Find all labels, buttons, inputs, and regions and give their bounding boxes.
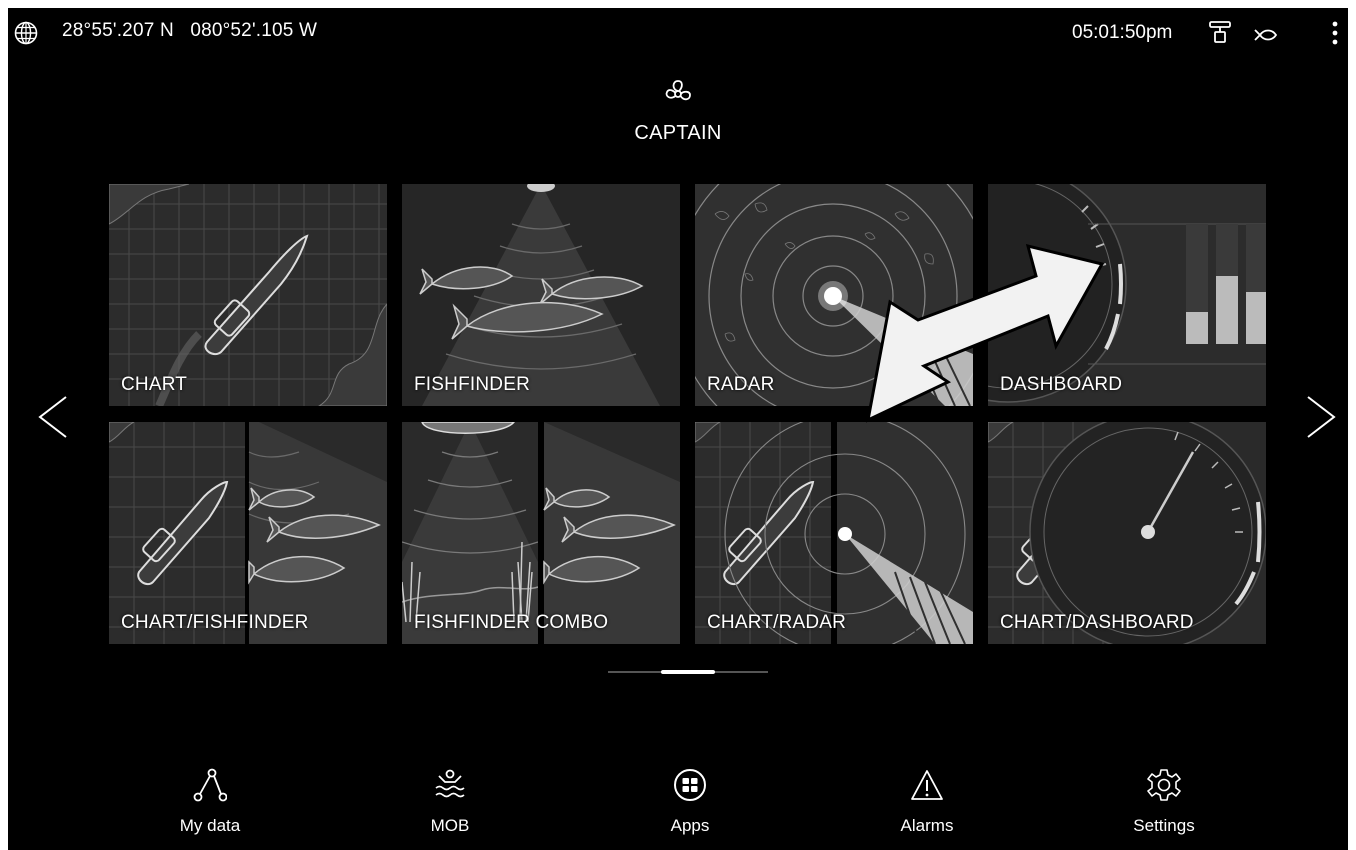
dock-label: Apps — [670, 816, 710, 835]
more-vertical-icon[interactable] — [1330, 20, 1340, 46]
tile-chart[interactable]: CHART — [109, 184, 387, 406]
dock-label: Alarms — [900, 816, 954, 835]
mob-button[interactable]: MOB — [370, 768, 530, 836]
dock-label: My data — [179, 816, 241, 835]
tile-label: CHART/DASHBOARD — [1000, 612, 1194, 633]
longitude: 080°52'.105 W — [190, 20, 318, 41]
tile-label: RADAR — [707, 374, 775, 395]
tile-fishfinder-combo[interactable]: FISHFINDER COMBO — [402, 422, 680, 644]
fishfinder-combo-illustration — [402, 422, 680, 644]
chart-illustration — [109, 184, 387, 406]
chart-dashboard-illustration — [988, 422, 1266, 644]
man-overboard-icon — [435, 769, 465, 798]
fishfinder-illustration — [402, 184, 680, 406]
dock-label: MOB — [430, 816, 470, 835]
home-screen: 28°55'.207 N 080°52'.105 W 05:01:50pm CA… — [8, 8, 1348, 850]
clock: 05:01:50pm — [1072, 22, 1173, 43]
profile-name: CAPTAIN — [634, 122, 722, 144]
radar-illustration — [695, 184, 973, 406]
position-readout[interactable]: 28°55'.207 N 080°52'.105 W — [62, 20, 317, 42]
dock-label: Settings — [1133, 816, 1195, 835]
apps-button[interactable]: Apps — [610, 768, 770, 836]
tile-label: CHART/FISHFINDER — [121, 612, 309, 633]
globe-icon[interactable] — [14, 21, 38, 45]
apps-grid-icon — [674, 769, 706, 801]
gear-icon — [1147, 769, 1181, 801]
tile-label: CHART/RADAR — [707, 612, 847, 633]
propeller-icon — [665, 80, 691, 101]
bottom-dock: My data MOB Apps Alarms Settings — [8, 768, 1348, 850]
tile-label: CHART — [121, 374, 188, 395]
warning-icon — [911, 770, 943, 800]
fish-icon[interactable] — [1252, 26, 1278, 44]
data-network-icon — [193, 768, 227, 802]
settings-button[interactable]: Settings — [1084, 768, 1244, 836]
chart-radar-illustration — [695, 422, 973, 644]
page-indicator — [608, 670, 768, 674]
tile-dashboard[interactable]: DASHBOARD — [988, 184, 1266, 406]
tile-fishfinder[interactable]: FISHFINDER — [402, 184, 680, 406]
tile-label: DASHBOARD — [1000, 374, 1123, 395]
latitude: 28°55'.207 N — [62, 20, 174, 41]
status-bar: 28°55'.207 N 080°52'.105 W 05:01:50pm — [8, 8, 1348, 52]
chart-fishfinder-illustration — [109, 422, 387, 644]
dashboard-illustration — [988, 184, 1266, 406]
alarms-button[interactable]: Alarms — [847, 768, 1007, 836]
tile-chart-dashboard[interactable]: CHART/DASHBOARD — [988, 422, 1266, 644]
radar-scanner-icon[interactable] — [1208, 20, 1232, 44]
profile-selector[interactable]: CAPTAIN — [568, 78, 788, 145]
next-page-button[interactable] — [1304, 394, 1338, 440]
page-indicator-active — [661, 670, 715, 674]
previous-page-button[interactable] — [36, 394, 70, 440]
tile-radar[interactable]: RADAR — [695, 184, 973, 406]
tile-label: FISHFINDER COMBO — [414, 612, 609, 633]
my-data-button[interactable]: My data — [130, 768, 290, 836]
tile-chart-radar[interactable]: CHART/RADAR — [695, 422, 973, 644]
tile-chart-fishfinder[interactable]: CHART/FISHFINDER — [109, 422, 387, 644]
tile-label: FISHFINDER — [414, 374, 530, 395]
